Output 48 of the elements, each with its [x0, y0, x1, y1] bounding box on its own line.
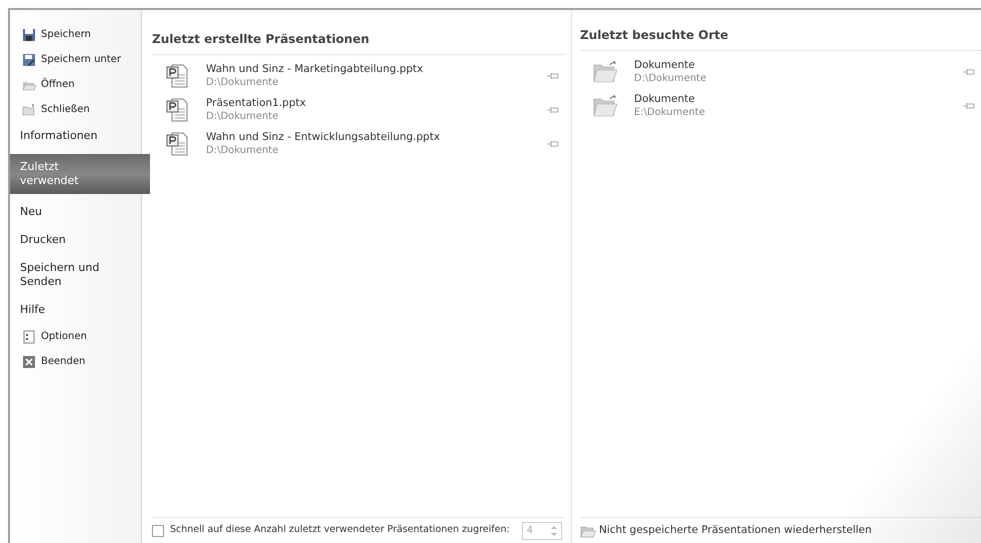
section-heading: Zuletzt erstellte Präsentationen — [152, 10, 565, 55]
menu-command[interactable]: Optionen — [10, 324, 141, 349]
file-name: Präsentation1.pptx — [206, 97, 307, 110]
presentation-file-icon — [164, 131, 190, 157]
checkbox-label: Schnell auf diese Anzahl zuletzt verwendeter Präsentationen zugreifen: — [170, 523, 510, 538]
recent-item[interactable]: Dokumente E:\Dokumente — [580, 89, 981, 123]
file-name: Wahn und Sinz - Marketingabteilung.pptx — [206, 63, 424, 76]
folder-icon — [592, 59, 618, 85]
recent-item[interactable]: Wahn und Sinz - Entwicklungsabteilung.pptx D:\Dokumente — [152, 127, 565, 161]
document-icon — [22, 330, 36, 344]
recent-item[interactable]: Präsentation1.pptx D:\Dokumente — [152, 93, 565, 127]
file-path: D:\Dokumente — [206, 144, 280, 157]
pin-icon[interactable] — [547, 72, 559, 80]
folder-icon — [580, 524, 596, 538]
menu-command[interactable]: Öffnen — [10, 72, 141, 97]
file-path: D:\Dokumente — [206, 76, 280, 89]
floppy-pen-icon — [22, 52, 36, 66]
file-path: D:\Dokumente — [206, 110, 280, 123]
menu-command[interactable]: Beenden — [10, 349, 141, 374]
menu-tab[interactable]: Zuletzt verwendet — [10, 154, 150, 194]
recover-link[interactable]: Nicht gespeicherte Präsentationen wiederherstellen — [580, 522, 872, 538]
section-heading: Zuletzt besuchte Orte — [580, 10, 981, 51]
checkbox[interactable] — [152, 524, 164, 536]
presentation-file-icon — [164, 63, 190, 89]
recent-item[interactable]: Wahn und Sinz - Marketingabteilung.pptx D:\Dokumente — [152, 59, 565, 93]
recent-item[interactable]: Dokumente D:\Dokumente — [580, 55, 981, 89]
folder-icon — [592, 93, 618, 119]
menu-tab[interactable]: Hilfe — [10, 297, 141, 323]
file-name: Dokumente — [634, 59, 696, 72]
close-icon — [22, 354, 36, 368]
pin-icon[interactable] — [963, 68, 975, 76]
presentation-file-icon — [164, 97, 190, 123]
folder-icon — [22, 102, 36, 116]
file-path: D:\Dokumente — [634, 72, 708, 85]
spin-arrows-icon — [550, 524, 557, 536]
menu-command[interactable]: Schließen — [10, 97, 141, 122]
file-path: E:\Dokumente — [634, 106, 706, 119]
menu-tab[interactable]: Drucken — [10, 227, 141, 253]
file-name: Wahn und Sinz - Entwicklungsabteilung.pptx — [206, 131, 441, 144]
menu-command[interactable]: Speichern unter — [10, 47, 141, 72]
pin-icon[interactable] — [547, 106, 559, 114]
menu-tab[interactable]: Informationen — [10, 123, 141, 149]
pin-icon[interactable] — [547, 140, 559, 148]
file-name: Dokumente — [634, 93, 696, 106]
pin-icon[interactable] — [963, 102, 975, 110]
menu-command[interactable]: Speichern — [10, 22, 141, 47]
menu-tab[interactable]: Neu — [10, 199, 141, 225]
menu-tab[interactable]: Speichern und Senden — [10, 255, 141, 295]
